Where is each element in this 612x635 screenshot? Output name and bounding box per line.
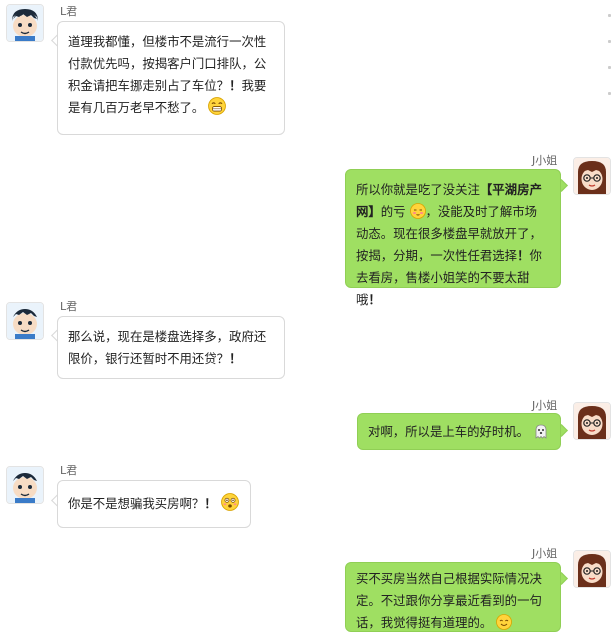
smile-emoji [496,614,513,630]
scroll-dot [608,66,611,69]
text-segment: 按揭，分期，一次性任君选择 [356,248,518,263]
text-segment: 你 [529,248,542,263]
sender-name: L君 [60,300,78,313]
sender-name: L君 [60,5,78,18]
text-segment: 的亏 [380,204,406,219]
avatar-l[interactable] [6,4,44,42]
chat-window: L君 道理我都懂，但楼市不是流行一次性 付款优先吗，按揭客户门口排队，公 积金请… [0,0,612,635]
text-segment: 对啊，所以是上车的好时机。 [368,424,530,439]
message-bubble[interactable]: 买不买房当然自己根据实际情况决 定。不过跟你分享最近看到的一句 话，我觉得挺有道… [345,562,561,632]
message-bubble[interactable]: 那么说，现在是楼盘选择多，政府还 限价，银行还暂时不用还贷？！ [57,316,285,379]
text-segment-bold: ！ [517,248,530,263]
message-bubble[interactable]: 你是不是想骗我买房啊？！ [57,480,251,528]
grin-emoji [208,97,227,115]
text-segment: 我要 [241,78,267,93]
scrollbar[interactable] [606,0,612,635]
text-segment: 去看房，售楼小姐笑的不要太甜 [356,270,530,285]
scroll-dot [608,14,611,17]
text-segment-bold: 网】 [356,204,381,219]
text-segment: 付款优先吗，按揭客户门口排队，公 [68,56,267,71]
text-segment: 道理我都懂，但楼市不是流行一次性 [68,34,267,49]
text-segment: 那么说，现在是楼盘选择多，政府还 [68,329,267,344]
text-segment-bold: ！ [229,78,242,93]
text-segment-bold: ！ [368,292,381,307]
ghost-emoji [535,424,547,439]
message-bubble[interactable]: 道理我都懂，但楼市不是流行一次性 付款优先吗，按揭客户门口排队，公 积金请把车挪… [57,21,285,135]
text-segment: 所以你就是吃了没关注 [356,182,480,197]
text-segment: 定。不过跟你分享最近看到的一句 [356,593,542,608]
text-segment: 限价，银行还暂时不用还贷？ [68,351,230,366]
text-segment: 哦 [356,292,369,307]
sender-name: J小姐 [532,547,558,560]
scroll-dot [608,40,611,43]
text-segment: 是有几百万老早不愁了。 [68,100,205,115]
avatar-l[interactable] [6,466,44,504]
text-segment: 你是不是想骗我买房啊？ [68,496,205,511]
text-segment: 积金请把车挪走别占了车位？ [68,78,230,93]
text-segment-bold: 【平湖房产 [479,182,542,197]
message-bubble[interactable]: 所以你就是吃了没关注【平湖房产 网】的亏 ，没能及时了解市场 动态。现在很多楼盘… [345,169,561,307]
text-segment: 话，我觉得挺有道理的。 [356,615,493,630]
shy-emoji [409,203,426,219]
scroll-dot [608,92,611,95]
text-segment: ，没能及时了解市场 [425,204,538,219]
surprised-emoji [220,493,239,511]
sender-name: J小姐 [532,154,558,167]
message-bubble[interactable]: 对啊，所以是上车的好时机。 [357,413,561,450]
sender-name: J小姐 [532,399,558,412]
text-segment: 买不买房当然自己根据实际情况决 [356,571,542,586]
text-segment: 动态。现在很多楼盘早就放开了， [356,226,542,241]
text-segment-bold: ！ [204,496,217,511]
sender-name: L君 [60,464,78,477]
avatar-l[interactable] [6,302,44,340]
text-segment-bold: ！ [229,351,242,366]
